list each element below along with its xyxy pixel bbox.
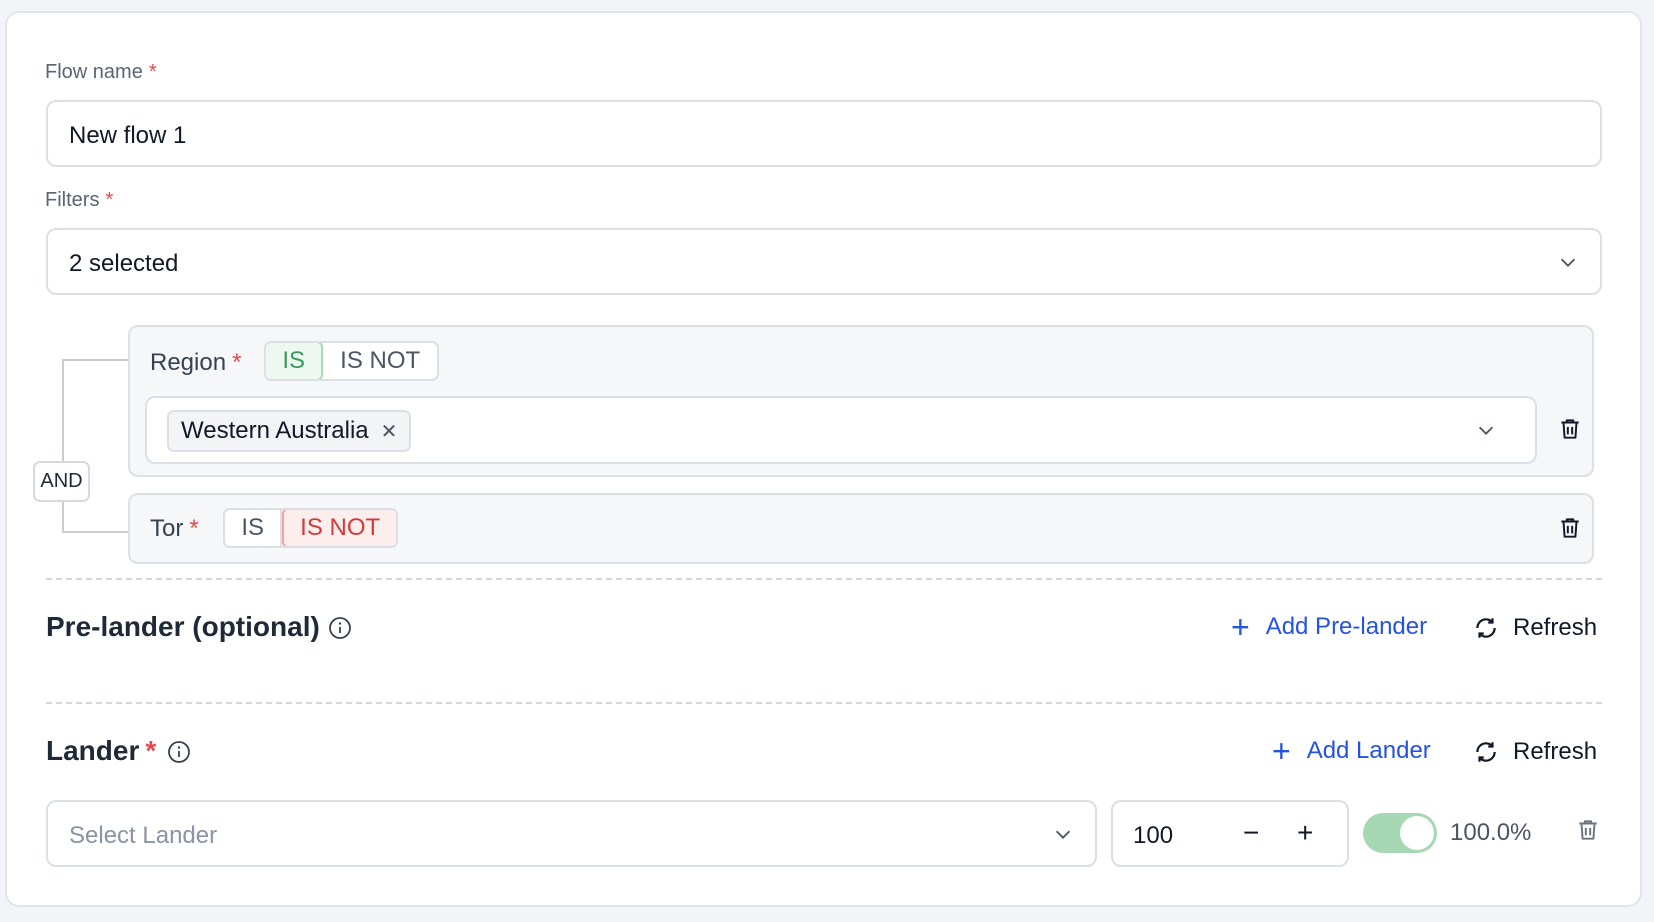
toggle-knob — [1400, 816, 1434, 850]
plus-icon: + — [1231, 609, 1250, 645]
filters-label: Filters * — [45, 189, 114, 211]
minus-icon[interactable]: − — [1243, 817, 1259, 849]
tor-is-button[interactable]: IS — [225, 510, 283, 546]
region-values-select[interactable]: Western Australia ✕ — [145, 396, 1537, 464]
filters-select[interactable]: 2 selected — [46, 228, 1602, 295]
filters-selected-text: 2 selected — [69, 250, 179, 277]
plus-icon[interactable]: + — [1297, 817, 1313, 849]
plus-icon: + — [1272, 733, 1291, 769]
tor-label: Tor * — [150, 515, 199, 542]
trash-icon[interactable] — [1557, 416, 1583, 442]
trash-icon[interactable] — [1575, 817, 1601, 843]
add-prelander-button[interactable]: + Add Pre-lander — [1231, 611, 1427, 643]
info-icon[interactable] — [328, 616, 352, 640]
lander-percent: 100.0% — [1450, 819, 1532, 846]
chevron-down-icon — [1560, 258, 1576, 267]
required-mark: * — [105, 189, 114, 211]
remove-chip-icon[interactable]: ✕ — [381, 419, 398, 444]
region-is-not-button[interactable]: IS NOT — [323, 343, 437, 379]
add-lander-button[interactable]: + Add Lander — [1272, 735, 1431, 767]
refresh-icon — [1476, 742, 1496, 762]
tor-is-toggle: IS IS NOT — [223, 508, 398, 548]
select-lander-placeholder: Select Lander — [69, 822, 218, 849]
tor-is-not-button[interactable]: IS NOT — [282, 510, 396, 546]
info-icon[interactable] — [167, 740, 191, 764]
region-label: Region * — [150, 349, 242, 376]
chip-label: Western Australia — [181, 417, 369, 444]
required-mark: * — [145, 735, 157, 766]
lander-weight-stepper[interactable]: 100 − + — [1111, 800, 1349, 867]
section-divider — [46, 702, 1602, 704]
add-prelander-label: Add Pre-lander — [1265, 613, 1428, 640]
refresh-label: Refresh — [1513, 738, 1598, 765]
prelander-refresh-button[interactable]: Refresh — [1473, 614, 1597, 642]
required-mark: * — [189, 515, 199, 542]
region-is-toggle: IS IS NOT — [264, 341, 439, 381]
trash-icon[interactable] — [1557, 515, 1583, 541]
flow-name-value: New flow 1 — [69, 122, 187, 149]
weight-value: 100 — [1133, 822, 1174, 849]
select-lander-dropdown[interactable]: Select Lander — [46, 800, 1097, 867]
required-mark: * — [148, 61, 157, 83]
chevron-down-icon — [1478, 426, 1494, 435]
required-mark: * — [232, 349, 242, 376]
add-lander-label: Add Lander — [1306, 737, 1431, 764]
lander-toggle[interactable] — [1363, 813, 1437, 853]
flow-name-label: Flow name * — [45, 61, 157, 83]
refresh-icon — [1476, 618, 1496, 638]
chip-western-australia: Western Australia ✕ — [167, 410, 412, 452]
filter-group-tor: Tor * IS IS NOT — [128, 493, 1594, 564]
region-is-button[interactable]: IS — [266, 343, 324, 379]
chevron-down-icon — [1055, 830, 1071, 839]
and-connector-line — [62, 359, 129, 533]
lander-title: Lander * — [46, 735, 157, 766]
filter-group-region: Region * IS IS NOT Western Australia ✕ — [128, 325, 1594, 477]
section-divider — [46, 578, 1602, 580]
prelander-title: Pre-lander (optional) — [46, 611, 320, 642]
lander-refresh-button[interactable]: Refresh — [1473, 738, 1597, 766]
flow-name-input[interactable]: New flow 1 — [46, 100, 1602, 167]
refresh-label: Refresh — [1513, 614, 1598, 641]
and-combinator[interactable]: AND — [33, 461, 90, 502]
